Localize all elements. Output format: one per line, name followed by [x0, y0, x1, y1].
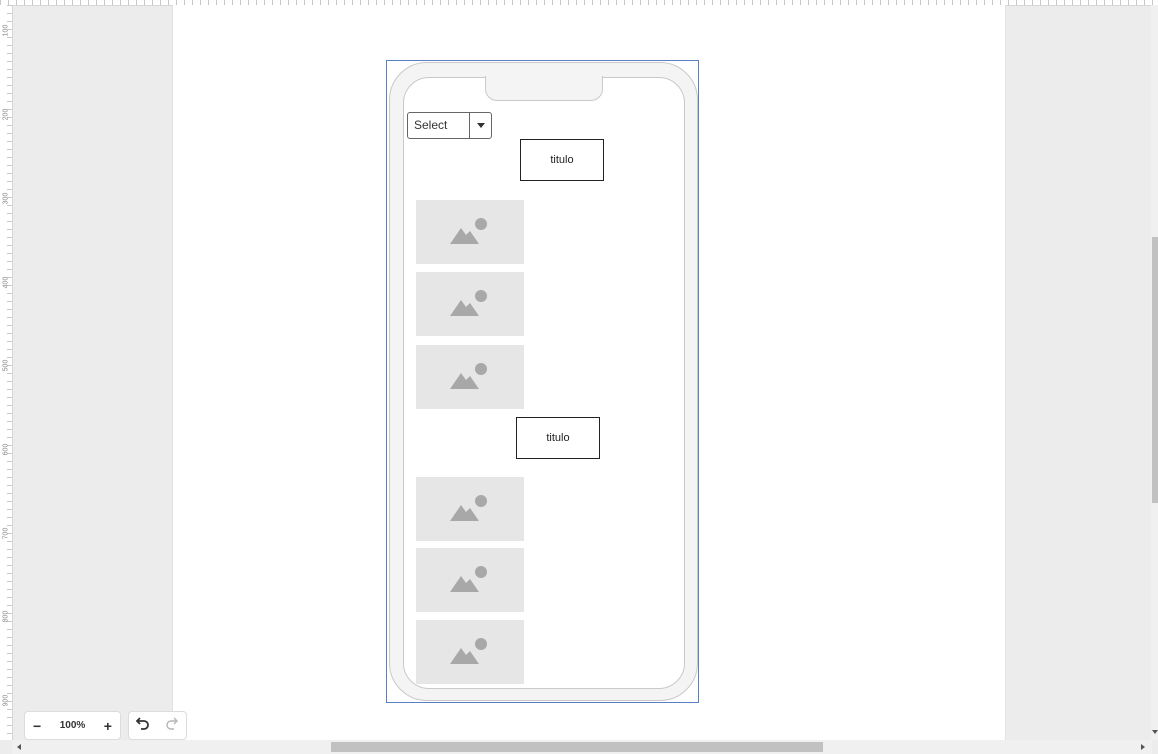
vertical-scroll-thumb[interactable]: [1152, 237, 1158, 503]
image-icon: [450, 566, 487, 592]
ruler-label: 100: [2, 24, 10, 37]
chevron-down-icon: [476, 123, 485, 128]
title-box[interactable]: titulo: [516, 417, 600, 459]
image-placeholder[interactable]: [416, 477, 524, 541]
history-controls: [128, 711, 187, 740]
redo-icon: [166, 717, 178, 730]
select-value: Select: [414, 118, 448, 132]
image-icon: [450, 363, 487, 389]
ruler-label: 600: [2, 443, 10, 456]
horizontal-scroll-thumb[interactable]: [331, 742, 823, 752]
scroll-down-arrow-icon[interactable]: [1152, 730, 1158, 734]
image-icon: [450, 218, 487, 244]
image-icon: [450, 495, 487, 521]
dropdown-button[interactable]: [469, 113, 491, 138]
zoom-out-button[interactable]: −: [33, 718, 41, 734]
ruler-label: 300: [2, 192, 10, 205]
image-placeholder[interactable]: [416, 345, 524, 409]
ruler-label: 800: [2, 610, 10, 623]
title-label: titulo: [546, 432, 570, 444]
redo-button[interactable]: [165, 716, 179, 735]
select-dropdown[interactable]: Select: [407, 112, 492, 139]
zoom-in-button[interactable]: +: [104, 718, 112, 734]
image-placeholder[interactable]: [416, 272, 524, 336]
ruler-label: 700: [2, 527, 10, 540]
scroll-right-arrow-icon[interactable]: [1141, 744, 1145, 750]
zoom-level[interactable]: 100%: [60, 720, 86, 731]
left-ruler: 100 200 300 400 500 600 700 800 900: [0, 5, 13, 740]
image-icon: [450, 290, 487, 316]
title-box[interactable]: titulo: [520, 139, 604, 181]
title-label: titulo: [550, 154, 574, 166]
undo-icon: [135, 717, 150, 730]
ruler-label: 200: [2, 108, 10, 121]
undo-button[interactable]: [135, 716, 150, 735]
ruler-label: 500: [2, 359, 10, 372]
image-placeholder[interactable]: [416, 200, 524, 264]
image-placeholder[interactable]: [416, 548, 524, 612]
zoom-controls: − 100% +: [24, 711, 121, 740]
ruler-label: 400: [2, 276, 10, 289]
image-placeholder[interactable]: [416, 620, 524, 684]
ruler-label: 900: [2, 694, 10, 707]
scroll-left-arrow-icon[interactable]: [17, 744, 21, 750]
image-icon: [450, 638, 487, 664]
